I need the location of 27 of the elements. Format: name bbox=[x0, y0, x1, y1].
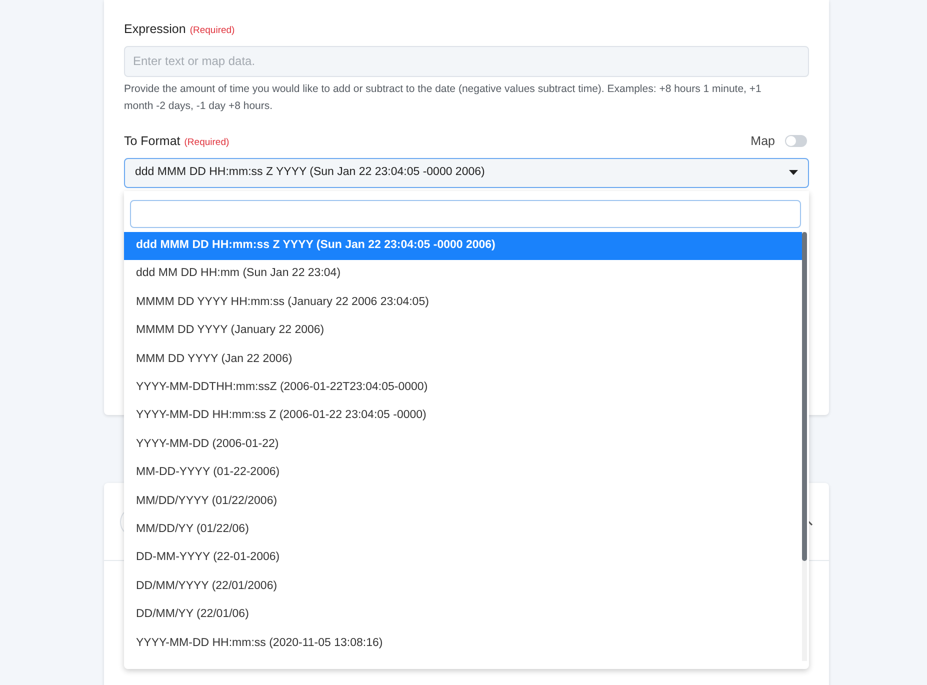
format-select[interactable]: ddd MMM DD HH:mm:ss Z YYYY (Sun Jan 22 23:04:05 -0000 2006) bbox=[124, 158, 809, 188]
caret-icon bbox=[789, 170, 798, 175]
dropdown-option[interactable]: ddd MMM DD HH:mm:ss Z YYYY (Sun Jan 22 23:04:05 -0000 2006) bbox=[124, 232, 802, 260]
dropdown-option[interactable]: MM/DD/YYYY (01/22/2006) bbox=[124, 487, 802, 516]
field-label: Expression bbox=[124, 21, 186, 38]
required-label: (Required) bbox=[190, 24, 235, 38]
dropdown-option[interactable]: YYYY-MM-DD HH:mm:ss Z (2006-01-22 23:04:05 -0000) bbox=[124, 402, 802, 430]
scrollbar[interactable] bbox=[802, 232, 807, 660]
required-label: (Required) bbox=[184, 136, 230, 150]
dropdown-option[interactable]: YYYY-MM-DDTHH:mm:ssZ (2006-01-22T23:04:05-0000) bbox=[124, 373, 802, 402]
dropdown-option[interactable]: DD-MM-YYYY (22-01-2006) bbox=[124, 544, 802, 572]
dropdown-option[interactable]: YYYY-MM-DD HH:mm:ss (2020-11-05 13:08:16) bbox=[124, 628, 802, 658]
dropdown-option[interactable]: DD/MM/YYYY (22/01/2006) bbox=[124, 572, 802, 601]
map-toggle[interactable] bbox=[785, 135, 807, 148]
help-text: Provide the amount of time you would like to add or subtract to the date (negative values subtract time). Examples: +8 hours 1 minute, +1 month -2 days, -1 day +8 hours. bbox=[124, 82, 762, 114]
expression-field[interactable]: Enter text or map data. bbox=[124, 46, 809, 77]
search-field[interactable] bbox=[130, 200, 801, 228]
field-label: To Format bbox=[124, 132, 180, 150]
dropdown-option[interactable]: MMM DD YYYY (Jan 22 2006) bbox=[124, 345, 802, 374]
dropdown-option[interactable]: MMMM DD YYYY (January 22 2006) bbox=[124, 316, 802, 346]
dropdown-option[interactable]: MMMM DD YYYY HH:mm:ss (January 22 2006 23:04:05) bbox=[124, 288, 802, 317]
dropdown-option[interactable]: MM/DD/YY (01/22/06) bbox=[124, 515, 802, 544]
dropdown-option[interactable]: MM-DD-YYYY (01-22-2006) bbox=[124, 458, 802, 488]
dropdown-option[interactable]: YYYY-MM-DD (2006-01-22) bbox=[124, 430, 802, 459]
dropdown-option[interactable]: DD/MM/YY (22/01/06) bbox=[124, 600, 802, 629]
dropdown-option[interactable]: ddd MM DD HH:mm (Sun Jan 22 23:04) bbox=[124, 260, 802, 288]
map-label: Map bbox=[750, 132, 775, 150]
